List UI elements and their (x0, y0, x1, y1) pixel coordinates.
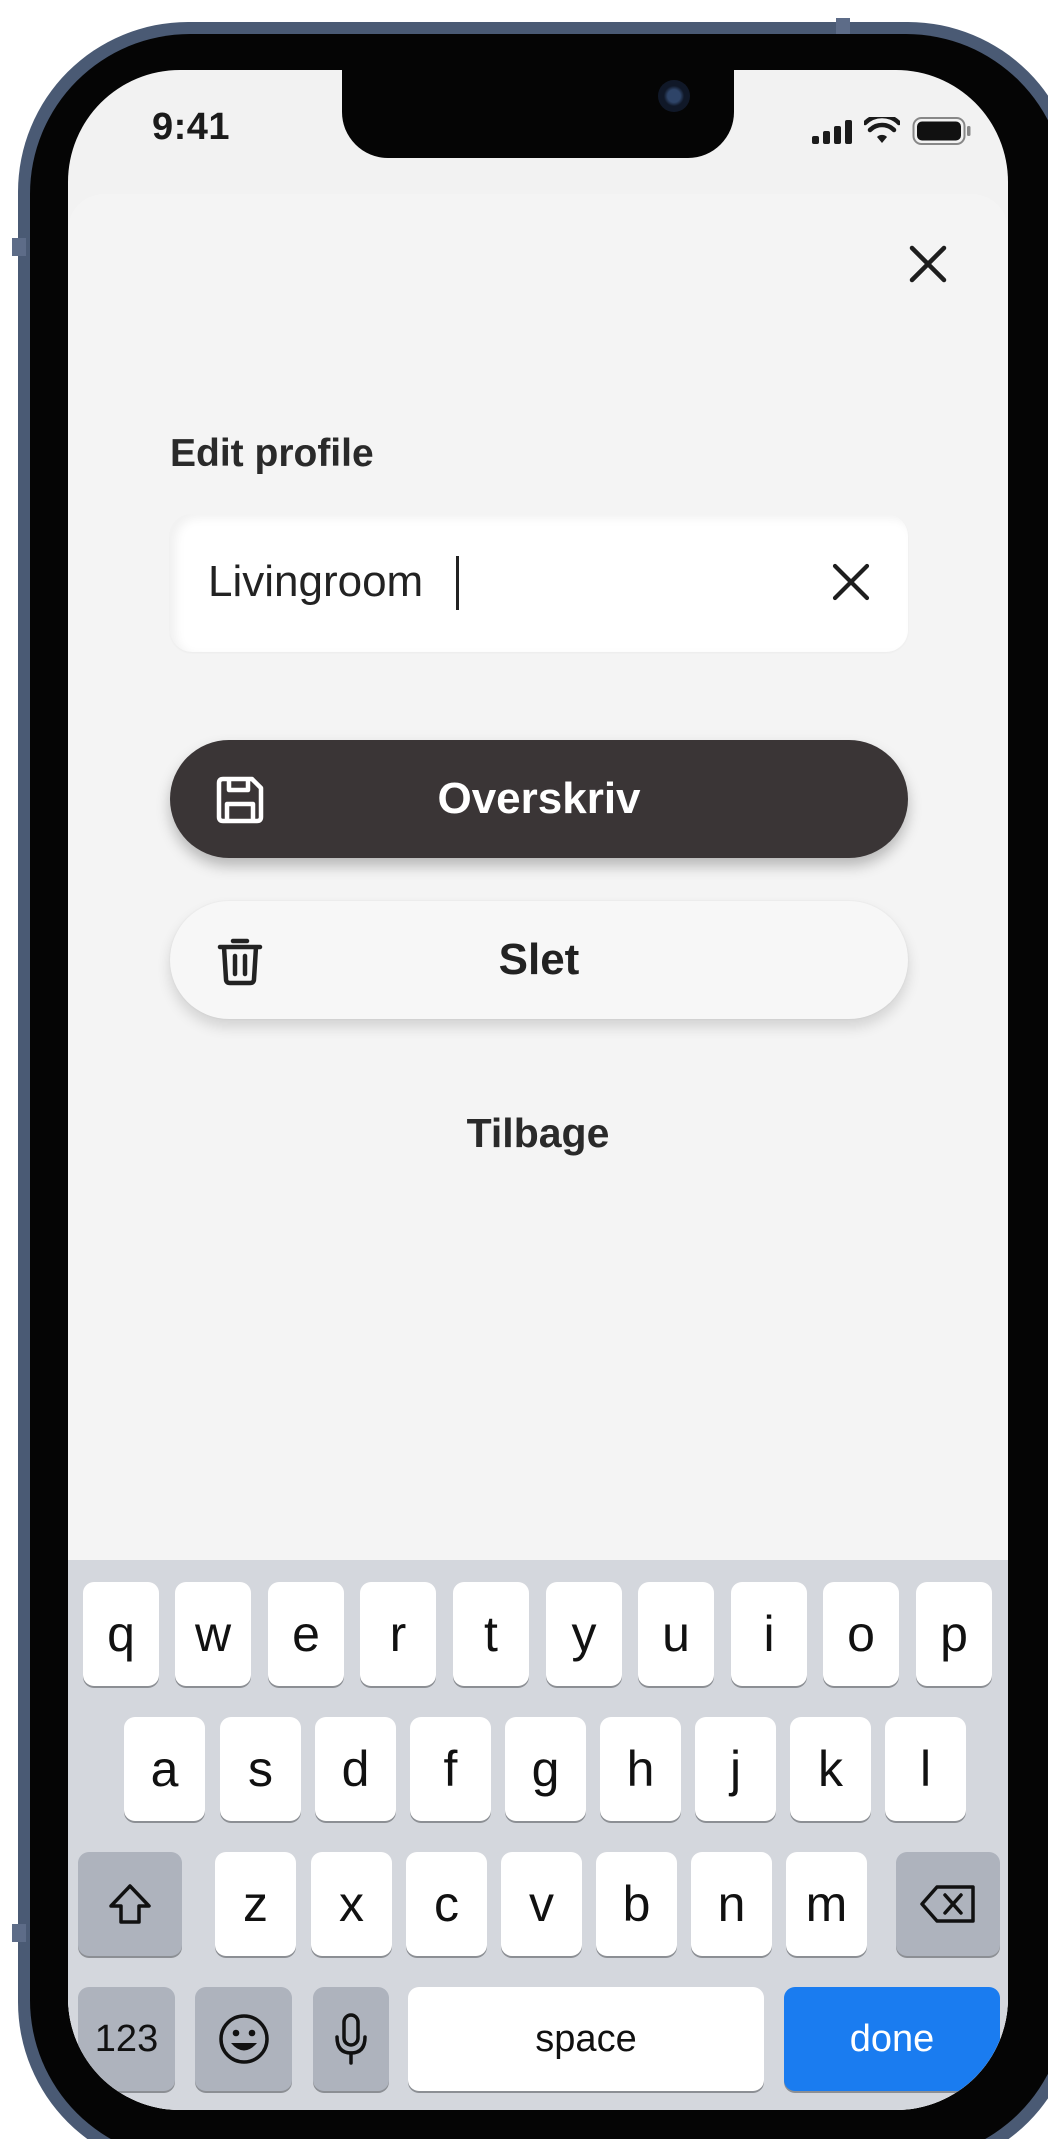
key-d[interactable]: d (315, 1717, 396, 1821)
key-j[interactable]: j (695, 1717, 776, 1821)
side-button-top (12, 238, 26, 256)
key-s[interactable]: s (220, 1717, 301, 1821)
overwrite-button[interactable]: Overskriv (170, 740, 908, 858)
battery-icon (912, 117, 971, 145)
key-x[interactable]: x (311, 1852, 392, 1956)
key-a[interactable]: a (124, 1717, 205, 1821)
shift-icon (109, 1884, 151, 1924)
done-key[interactable]: done (784, 1987, 1000, 2091)
phone-screen: 9:41 Edit profile Livingroom Overskriv S… (68, 70, 1008, 2110)
overwrite-button-label: Overskriv (437, 774, 641, 823)
text-caret (456, 556, 459, 610)
key-z[interactable]: z (215, 1852, 296, 1956)
back-link[interactable]: Tilbage (68, 1110, 1008, 1157)
key-k[interactable]: k (790, 1717, 871, 1821)
key-v[interactable]: v (501, 1852, 582, 1956)
key-p[interactable]: p (916, 1582, 992, 1686)
page-title: Edit profile (170, 432, 374, 475)
key-n[interactable]: n (691, 1852, 772, 1956)
key-c[interactable]: c (406, 1852, 487, 1956)
camera-icon (658, 80, 690, 112)
notch (342, 70, 734, 158)
emoji-icon (218, 2014, 269, 2064)
backspace-key[interactable] (896, 1852, 1000, 1956)
key-m[interactable]: m (786, 1852, 867, 1956)
save-icon (216, 776, 264, 824)
backspace-icon (920, 1885, 975, 1923)
key-h[interactable]: h (600, 1717, 681, 1821)
status-icons (812, 114, 972, 148)
profile-name-input[interactable] (208, 550, 768, 614)
shift-key[interactable] (78, 1852, 182, 1956)
profile-name-field[interactable] (170, 514, 908, 652)
key-b[interactable]: b (596, 1852, 677, 1956)
key-q[interactable]: q (83, 1582, 159, 1686)
key-y[interactable]: y (546, 1582, 622, 1686)
keyboard: q w e r t y u i o p a s d f g h j k l z … (68, 1560, 1008, 2110)
delete-button-label: Slet (498, 935, 580, 984)
key-w[interactable]: w (175, 1582, 251, 1686)
key-e[interactable]: e (268, 1582, 344, 1686)
page: 9:41 Edit profile Livingroom Overskriv S… (0, 0, 1048, 2139)
key-u[interactable]: u (638, 1582, 714, 1686)
delete-button[interactable]: Slet (170, 901, 908, 1019)
cellular-signal-icon (812, 118, 852, 144)
key-r[interactable]: r (360, 1582, 436, 1686)
wifi-icon (864, 117, 900, 143)
microphone-icon (335, 2013, 367, 2065)
key-l[interactable]: l (885, 1717, 966, 1821)
close-icon[interactable] (906, 242, 950, 286)
clear-input-icon[interactable] (831, 562, 871, 602)
key-g[interactable]: g (505, 1717, 586, 1821)
space-key[interactable]: space (408, 1987, 764, 2091)
numbers-key[interactable]: 123 (78, 1987, 175, 2091)
microphone-key[interactable] (313, 1987, 389, 2091)
trash-icon (217, 938, 263, 986)
key-i[interactable]: i (731, 1582, 807, 1686)
side-button-bottom (12, 1924, 26, 1942)
key-f[interactable]: f (410, 1717, 491, 1821)
key-o[interactable]: o (823, 1582, 899, 1686)
status-time: 9:41 (152, 106, 231, 148)
key-t[interactable]: t (453, 1582, 529, 1686)
emoji-key[interactable] (195, 1987, 292, 2091)
